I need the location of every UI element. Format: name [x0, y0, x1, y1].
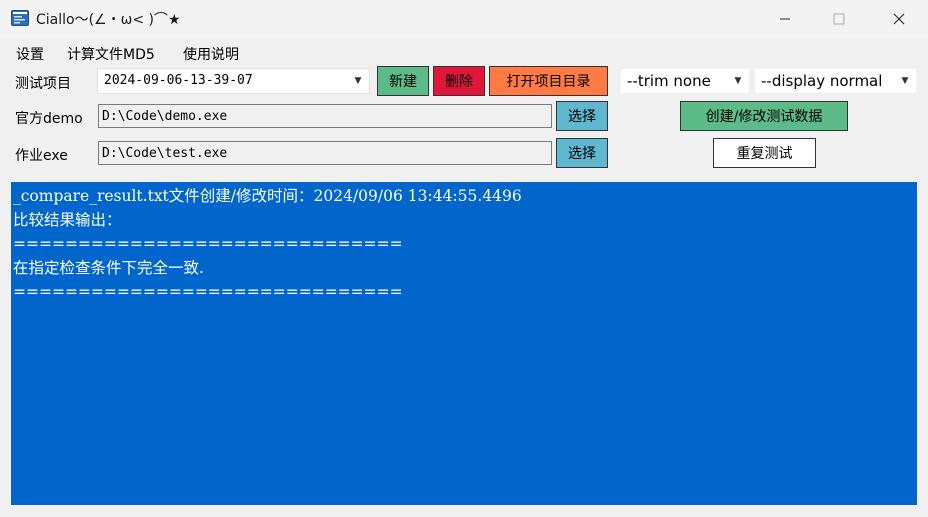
homework-path-field[interactable]: D:\Code\test.exe: [98, 141, 552, 165]
maximize-button[interactable]: [816, 0, 862, 38]
display-select-value: --display normal: [761, 72, 883, 90]
homework-path-value: D:\Code\test.exe: [102, 146, 228, 161]
create-test-data-button[interactable]: 创建/修改测试数据: [680, 101, 848, 131]
menu-calc-md5[interactable]: 计算文件MD5: [67, 44, 155, 64]
title-bar[interactable]: Ciallo～(∠・ω< )⌒★: [0, 0, 928, 38]
demo-path-field[interactable]: D:\Code\demo.exe: [98, 104, 552, 128]
menu-bar: 设置 计算文件MD5 使用说明: [0, 38, 928, 66]
output-line: 比较结果输出：: [13, 211, 122, 229]
app-window-icon: [11, 10, 29, 26]
output-line: 在指定检查条件下完全一致.: [13, 259, 204, 277]
project-select[interactable]: 2024-09-06-13-39-07 ▼: [97, 68, 370, 94]
menu-instructions[interactable]: 使用说明: [183, 44, 239, 64]
minimize-icon: [780, 18, 790, 20]
chevron-down-icon: ▼: [901, 76, 909, 86]
demo-path-value: D:\Code\demo.exe: [102, 109, 228, 124]
chevron-down-icon: ▼: [734, 76, 742, 86]
project-select-value: 2024-09-06-13-39-07: [104, 73, 253, 88]
retest-button[interactable]: 重复测试: [713, 138, 816, 168]
output-line: _compare_result.txt文件创建/修改时间：2024/09/06 …: [13, 187, 522, 205]
output-line: ==============================: [13, 283, 403, 301]
output-line: ==============================: [13, 235, 403, 253]
display-select[interactable]: --display normal ▼: [754, 68, 917, 94]
homework-label: 作业exe: [15, 148, 68, 164]
project-label: 测试项目: [15, 76, 71, 92]
trim-select[interactable]: --trim none ▼: [620, 68, 750, 94]
chevron-down-icon: ▼: [354, 76, 362, 86]
delete-button[interactable]: 删除: [433, 66, 485, 96]
open-project-dir-button[interactable]: 打开项目目录: [489, 66, 608, 96]
output-panel[interactable]: _compare_result.txt文件创建/修改时间：2024/09/06 …: [11, 182, 917, 505]
maximize-icon: [833, 13, 845, 25]
trim-select-value: --trim none: [627, 72, 711, 90]
menu-settings[interactable]: 设置: [16, 44, 44, 64]
window-title: Ciallo～(∠・ω< )⌒★: [36, 12, 181, 28]
demo-select-button[interactable]: 选择: [556, 101, 608, 131]
close-button[interactable]: [876, 0, 922, 38]
homework-select-button[interactable]: 选择: [556, 138, 608, 168]
close-icon: [893, 13, 905, 25]
demo-label: 官方demo: [15, 111, 83, 127]
minimize-button[interactable]: [762, 0, 808, 38]
new-button[interactable]: 新建: [377, 66, 429, 96]
